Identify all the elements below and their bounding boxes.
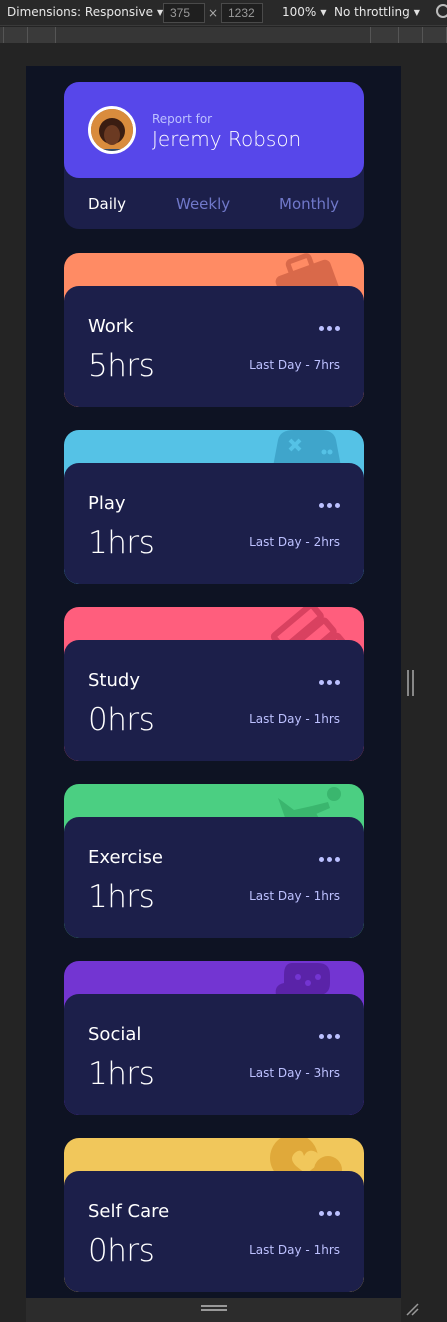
card-previous: Last Day - 1hrs <box>249 712 340 726</box>
user-name: Jeremy Robson <box>152 127 302 151</box>
card-hours: 0hrs <box>88 702 155 738</box>
activity-card-play: Play 1hrs Last Day - 2hrs <box>64 430 364 584</box>
dimensions-dropdown[interactable]: Dimensions: Responsive ▼ <box>7 5 163 19</box>
report-for-label: Report for <box>152 112 213 126</box>
ellipsis-menu-icon[interactable] <box>319 857 340 863</box>
dimension-separator: × <box>208 6 219 20</box>
ellipsis-menu-icon[interactable] <box>319 503 340 509</box>
card-title: Social <box>88 1024 142 1045</box>
activity-card-self-care: Self Care 0hrs Last Day - 1hrs <box>64 1138 364 1292</box>
card-hours: 1hrs <box>88 1056 155 1092</box>
card-hours: 1hrs <box>88 879 155 915</box>
tab-weekly[interactable]: Weekly <box>176 195 230 213</box>
device-viewport: Report for Jeremy Robson Daily Weekly Mo… <box>26 66 401 1298</box>
width-input[interactable] <box>163 3 205 23</box>
devtools-toolbar: Dimensions: Responsive ▼ × 100% ▼ No thr… <box>0 0 447 26</box>
avatar <box>88 106 136 154</box>
height-input[interactable] <box>221 3 263 23</box>
chevron-down-icon: ▼ <box>413 7 420 17</box>
chevron-down-icon: ▼ <box>320 7 327 17</box>
ellipsis-menu-icon[interactable] <box>319 1034 340 1040</box>
card-previous: Last Day - 3hrs <box>249 1066 340 1080</box>
card-body: Work 5hrs Last Day - 7hrs <box>64 286 364 407</box>
activity-card-exercise: Exercise 1hrs Last Day - 1hrs <box>64 784 364 938</box>
card-title: Work <box>88 316 134 337</box>
card-body: Social 1hrs Last Day - 3hrs <box>64 994 364 1115</box>
ellipsis-menu-icon[interactable] <box>319 326 340 332</box>
activity-card-social: Social 1hrs Last Day - 3hrs <box>64 961 364 1115</box>
card-previous: Last Day - 1hrs <box>249 889 340 903</box>
resize-corner-icon[interactable] <box>405 1302 419 1316</box>
card-hours: 0hrs <box>88 1233 155 1269</box>
resize-handle-bottom[interactable] <box>201 1305 227 1311</box>
card-title: Exercise <box>88 847 163 868</box>
card-body: Self Care 0hrs Last Day - 1hrs <box>64 1171 364 1292</box>
rotate-icon[interactable] <box>436 4 447 18</box>
card-previous: Last Day - 1hrs <box>249 1243 340 1257</box>
activity-card-work: Work 5hrs Last Day - 7hrs <box>64 253 364 407</box>
card-hours: 1hrs <box>88 525 155 561</box>
activity-card-study: Study 0hrs Last Day - 1hrs <box>64 607 364 761</box>
tab-monthly[interactable]: Monthly <box>279 195 339 213</box>
card-previous: Last Day - 7hrs <box>249 358 340 372</box>
ellipsis-menu-icon[interactable] <box>319 680 340 686</box>
profile-header: Report for Jeremy Robson <box>64 82 364 178</box>
card-hours: 5hrs <box>88 348 155 384</box>
media-query-ruler[interactable] <box>0 27 447 43</box>
profile-card: Report for Jeremy Robson Daily Weekly Mo… <box>64 82 364 229</box>
resize-handle-right[interactable] <box>407 670 414 696</box>
card-title: Study <box>88 670 140 691</box>
throttling-dropdown[interactable]: No throttling ▼ <box>334 5 420 19</box>
card-title: Play <box>88 493 126 514</box>
card-previous: Last Day - 2hrs <box>249 535 340 549</box>
zoom-dropdown[interactable]: 100% ▼ <box>282 5 326 19</box>
throttling-label: No throttling <box>334 5 410 19</box>
timeframe-tabs: Daily Weekly Monthly <box>88 195 340 215</box>
card-body: Study 0hrs Last Day - 1hrs <box>64 640 364 761</box>
card-body: Play 1hrs Last Day - 2hrs <box>64 463 364 584</box>
zoom-label: 100% <box>282 5 317 19</box>
dimensions-label: Dimensions: Responsive <box>7 5 153 19</box>
tab-daily[interactable]: Daily <box>88 195 126 213</box>
card-body: Exercise 1hrs Last Day - 1hrs <box>64 817 364 938</box>
ellipsis-menu-icon[interactable] <box>319 1211 340 1217</box>
card-title: Self Care <box>88 1201 170 1222</box>
